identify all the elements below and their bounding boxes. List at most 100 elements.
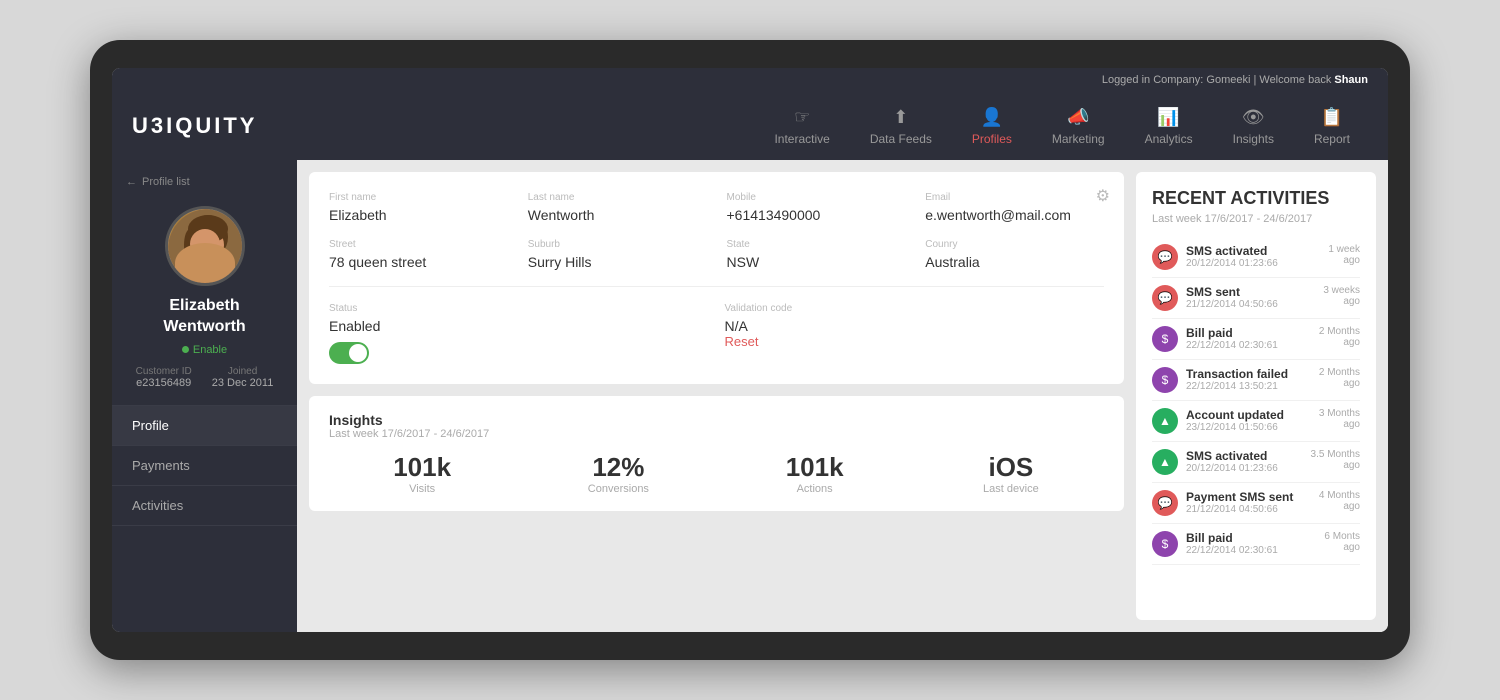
- suburb-value: Surry Hills: [528, 254, 707, 270]
- activities-date-range: Last week 17/6/2017 - 24/6/2017: [1152, 213, 1360, 225]
- activity-content-2: SMS sent 21/12/2014 04:50:66: [1186, 285, 1315, 310]
- nav-item-profiles[interactable]: 👤 Profiles: [954, 99, 1030, 154]
- insights-date-range: Last week 17/6/2017 - 24/6/2017: [329, 428, 1104, 440]
- activity-icon-1: 💬: [1152, 244, 1178, 270]
- username: Shaun: [1334, 74, 1368, 86]
- nav-label-interactive: Interactive: [774, 132, 829, 146]
- profile-name: Elizabeth Wentworth: [163, 296, 245, 338]
- logo: U3IQUITY: [132, 113, 257, 139]
- report-icon: 📋: [1321, 107, 1343, 128]
- activity-title-1: SMS activated: [1186, 244, 1320, 258]
- tablet-screen: Logged in Company: Gomeeki | Welcome bac…: [112, 68, 1388, 632]
- sidebar-nav: Profile Payments Activities: [112, 405, 297, 526]
- enable-badge: Enable: [182, 344, 227, 356]
- activity-item-1: 💬 SMS activated 20/12/2014 01:23:66 1 we…: [1152, 237, 1360, 278]
- sidebar: ← Profile list: [112, 160, 297, 632]
- nav-item-interactive[interactable]: ☞ Interactive: [756, 99, 847, 154]
- status-toggle[interactable]: [329, 342, 369, 364]
- email-value: e.wentworth@mail.com: [925, 207, 1104, 223]
- nav-item-analytics[interactable]: 📊 Analytics: [1127, 99, 1211, 154]
- street-value: 78 queen street: [329, 254, 508, 270]
- activity-date-8: 22/12/2014 02:30:61: [1186, 545, 1316, 556]
- activity-icon-3: $: [1152, 326, 1178, 352]
- back-link[interactable]: ← Profile list: [112, 172, 297, 198]
- form-group-status: Status Enabled: [329, 303, 709, 334]
- activity-content-1: SMS activated 20/12/2014 01:23:66: [1186, 244, 1320, 269]
- activity-date-6: 20/12/2014 01:23:66: [1186, 463, 1303, 474]
- activity-title-2: SMS sent: [1186, 285, 1315, 299]
- activity-content-7: Payment SMS sent 21/12/2014 04:50:66: [1186, 490, 1311, 515]
- email-label: Email: [925, 192, 1104, 203]
- back-arrow: ←: [126, 176, 137, 188]
- device-number: iOS: [918, 452, 1104, 483]
- activity-time-7: 4 Monthsago: [1319, 490, 1360, 512]
- divider: [329, 286, 1104, 287]
- sidebar-item-profile[interactable]: Profile: [112, 406, 297, 446]
- activity-time-5: 3 Monthsago: [1319, 408, 1360, 430]
- nav-item-report[interactable]: 📋 Report: [1296, 99, 1368, 154]
- activity-date-4: 22/12/2014 13:50:21: [1186, 381, 1311, 392]
- form-group-validation: Validation code N/A: [725, 303, 1105, 334]
- sidebar-item-payments[interactable]: Payments: [112, 446, 297, 486]
- sidebar-item-activities[interactable]: Activities: [112, 486, 297, 526]
- nav-item-marketing[interactable]: 📣 Marketing: [1034, 99, 1123, 154]
- status-label: Status: [329, 303, 709, 314]
- activity-content-5: Account updated 23/12/2014 01:50:66: [1186, 408, 1311, 433]
- activity-title-6: SMS activated: [1186, 449, 1303, 463]
- joined-label: Joined: [212, 366, 274, 377]
- activity-icon-4: $: [1152, 367, 1178, 393]
- firstname-label: First name: [329, 192, 508, 203]
- activities-panel: RECENT ACTIVITIES Last week 17/6/2017 - …: [1136, 172, 1376, 620]
- tablet-frame: Logged in Company: Gomeeki | Welcome bac…: [90, 40, 1410, 660]
- form-group-email: Email e.wentworth@mail.com: [925, 192, 1104, 223]
- insights-icon: 👁: [1242, 107, 1265, 128]
- nav-item-data-feeds[interactable]: ⬆ Data Feeds: [852, 99, 950, 154]
- analytics-icon: 📊: [1157, 107, 1179, 128]
- activity-title-8: Bill paid: [1186, 531, 1316, 545]
- street-label: Street: [329, 239, 508, 250]
- header: U3IQUITY ☞ Interactive ⬆ Data Feeds 👤 Pr…: [112, 92, 1388, 160]
- activity-item-7: 💬 Payment SMS sent 21/12/2014 04:50:66 4…: [1152, 483, 1360, 524]
- firstname-value: Elizabeth: [329, 207, 508, 223]
- activity-time-6: 3.5 Monthsago: [1311, 449, 1360, 471]
- metric-conversions: 12% Conversions: [525, 452, 711, 495]
- reset-link[interactable]: Reset: [725, 334, 1105, 349]
- form-group-street: Street 78 queen street: [329, 239, 508, 270]
- activities-title: RECENT ACTIVITIES: [1152, 188, 1360, 209]
- actions-label: Actions: [722, 483, 908, 495]
- metrics-grid: 101k Visits 12% Conversions 101k Actions: [329, 452, 1104, 495]
- validation-label: Validation code: [725, 303, 1105, 314]
- back-link-label: Profile list: [142, 176, 190, 188]
- customer-id-label: Customer ID: [136, 366, 192, 377]
- avatar: [165, 206, 245, 286]
- activity-item-6: ▲ SMS activated 20/12/2014 01:23:66 3.5 …: [1152, 442, 1360, 483]
- activity-content-4: Transaction failed 22/12/2014 13:50:21: [1186, 367, 1311, 392]
- status-value: Enabled: [329, 318, 709, 334]
- country-label: Counry: [925, 239, 1104, 250]
- activity-time-4: 2 Monthsago: [1319, 367, 1360, 389]
- customer-id-value: e23156489: [136, 377, 191, 389]
- activity-icon-5: ▲: [1152, 408, 1178, 434]
- form-group-mobile: Mobile +61413490000: [727, 192, 906, 223]
- settings-icon[interactable]: ⚙: [1096, 186, 1110, 206]
- status-section: Status Enabled Validation code: [329, 303, 1104, 364]
- activity-title-4: Transaction failed: [1186, 367, 1311, 381]
- visits-label: Visits: [329, 483, 515, 495]
- form-group-lastname: Last name Wentworth: [528, 192, 707, 223]
- top-bar: Logged in Company: Gomeeki | Welcome bac…: [112, 68, 1388, 92]
- suburb-label: Suburb: [528, 239, 707, 250]
- activity-item-2: 💬 SMS sent 21/12/2014 04:50:66 3 weeksag…: [1152, 278, 1360, 319]
- activity-date-3: 22/12/2014 02:30:61: [1186, 340, 1311, 351]
- nav-label-data-feeds: Data Feeds: [870, 132, 932, 146]
- avatar-image: [168, 209, 242, 283]
- validation-value: N/A: [725, 318, 1105, 334]
- activity-title-5: Account updated: [1186, 408, 1311, 422]
- visits-number: 101k: [329, 452, 515, 483]
- activity-item-8: $ Bill paid 22/12/2014 02:30:61 6 Montsa…: [1152, 524, 1360, 565]
- activity-date-1: 20/12/2014 01:23:66: [1186, 258, 1320, 269]
- nav-item-insights[interactable]: 👁 Insights: [1215, 99, 1292, 154]
- activity-time-1: 1 weekago: [1328, 244, 1360, 266]
- form-group-country: Counry Australia: [925, 239, 1104, 270]
- customer-info: Customer ID e23156489 Joined 23 Dec 2011: [136, 366, 274, 389]
- activity-content-8: Bill paid 22/12/2014 02:30:61: [1186, 531, 1316, 556]
